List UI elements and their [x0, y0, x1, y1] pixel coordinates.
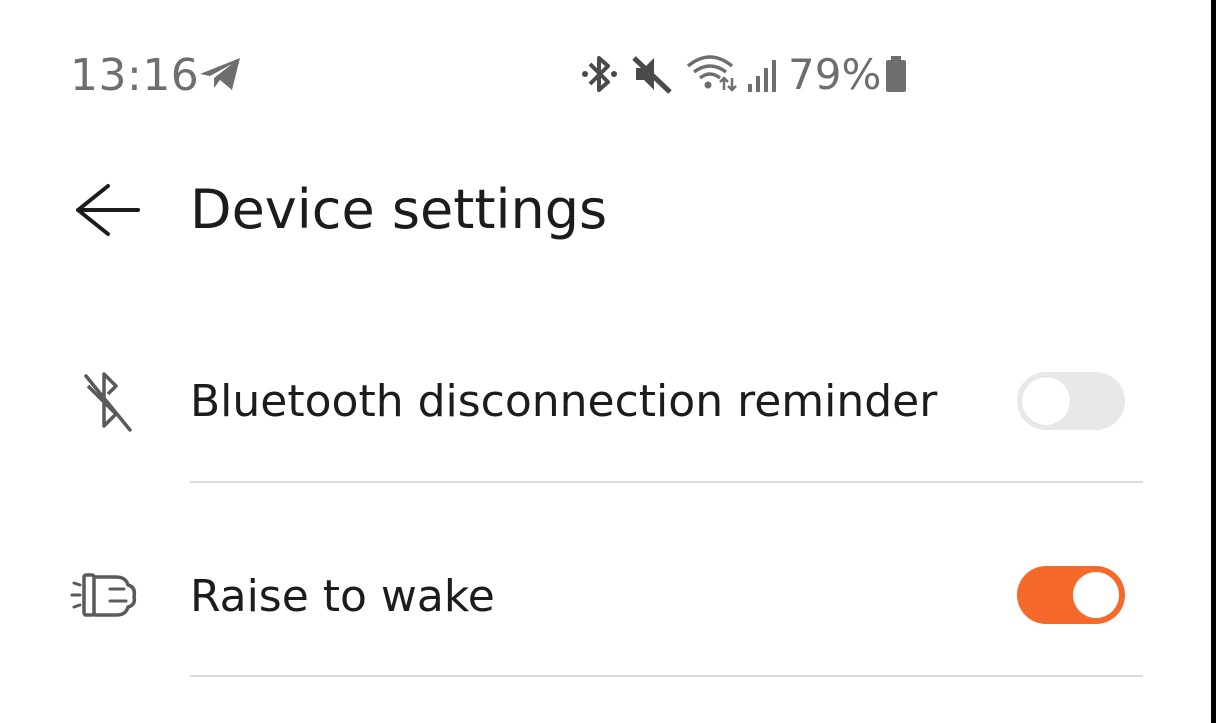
back-arrow-icon[interactable] — [68, 178, 144, 242]
mute-icon — [632, 56, 672, 94]
page-title: Device settings — [190, 178, 608, 241]
signal-icon — [748, 60, 776, 92]
status-time: 13:16 — [70, 50, 200, 101]
setting-row-bluetooth-reminder[interactable]: Bluetooth disconnection reminder — [0, 342, 1210, 462]
setting-label: Raise to wake — [190, 571, 495, 622]
bluetooth-reminder-toggle[interactable] — [1017, 372, 1125, 430]
setting-row-raise-to-wake[interactable]: Raise to wake — [0, 537, 1210, 657]
raise-to-wake-icon — [70, 573, 137, 617]
raise-to-wake-toggle[interactable] — [1017, 566, 1125, 624]
toggle-knob — [1021, 376, 1071, 426]
wifi-icon — [686, 55, 737, 92]
bluetooth-icon — [582, 56, 617, 92]
status-bar: 13:16 79% — [0, 0, 1210, 150]
battery-icon — [886, 56, 907, 92]
setting-label: Bluetooth disconnection reminder — [190, 376, 938, 427]
divider — [190, 481, 1143, 483]
telegram-icon — [200, 58, 240, 90]
divider — [190, 675, 1143, 677]
screen-edge — [1211, 0, 1216, 723]
bluetooth-off-icon — [84, 372, 132, 432]
status-icons: 79% — [580, 49, 909, 99]
battery-percent: 79% — [788, 49, 882, 99]
app-header: Device settings — [0, 160, 1210, 260]
toggle-knob — [1073, 572, 1119, 618]
